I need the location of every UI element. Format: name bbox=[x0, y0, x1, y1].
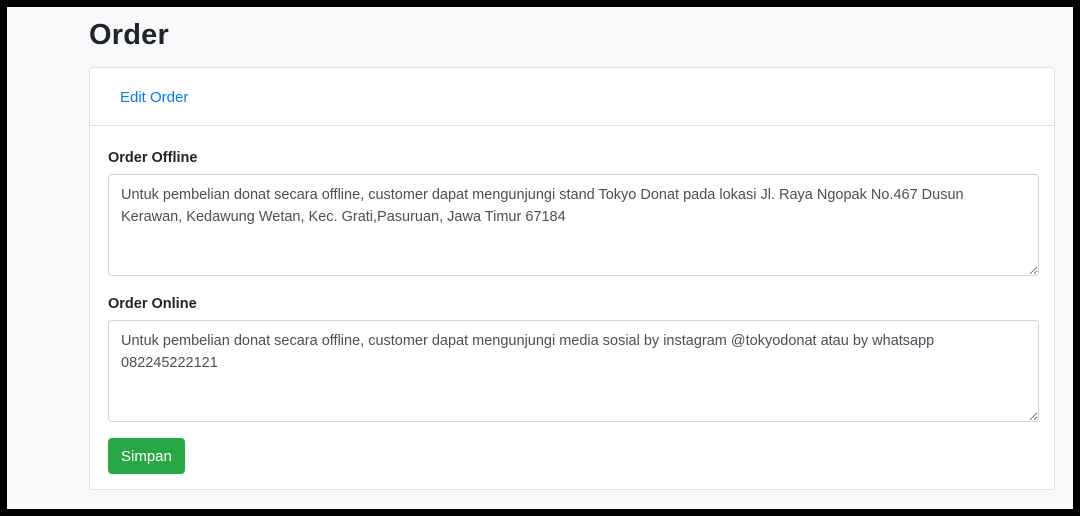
edit-order-link[interactable]: Edit Order bbox=[120, 89, 188, 106]
app-screen: Order Edit Order Order Offline Untuk pem… bbox=[7, 7, 1073, 509]
order-online-label: Order Online bbox=[108, 296, 197, 312]
order-card: Edit Order Order Offline Untuk pembelian… bbox=[89, 67, 1055, 490]
save-button[interactable]: Simpan bbox=[108, 438, 185, 474]
order-offline-label: Order Offline bbox=[108, 150, 198, 166]
card-header: Edit Order bbox=[90, 68, 1054, 126]
order-offline-textarea[interactable]: Untuk pembelian donat secara offline, cu… bbox=[108, 174, 1039, 276]
order-online-textarea[interactable]: Untuk pembelian donat secara offline, cu… bbox=[108, 320, 1039, 422]
page-title: Order bbox=[89, 19, 169, 51]
